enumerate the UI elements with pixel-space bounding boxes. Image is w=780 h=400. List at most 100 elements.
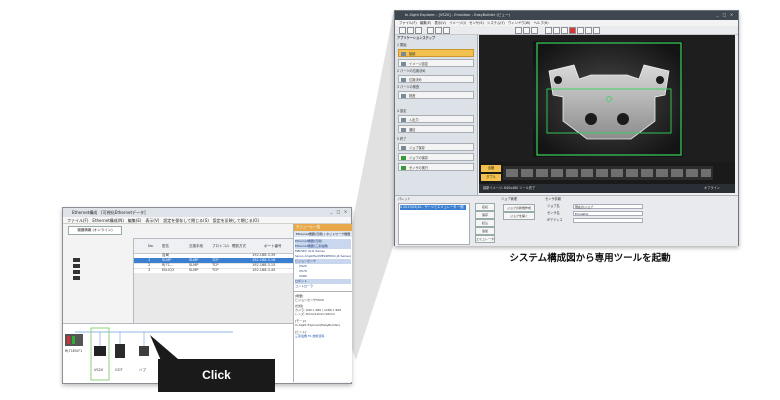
device-icon xyxy=(73,264,80,268)
emulator-button[interactable]: エミュレータ xyxy=(475,235,495,243)
live-icon[interactable] xyxy=(531,27,538,34)
field-label: ジョブ名 xyxy=(547,204,560,208)
double-button[interactable]: ダブル xyxy=(481,174,501,181)
step-label: センサの実行 xyxy=(409,166,429,170)
save-button[interactable]: 保存 xyxy=(475,211,495,219)
image-view[interactable] xyxy=(479,35,735,162)
save-icon[interactable] xyxy=(415,27,422,34)
station-icons xyxy=(63,238,133,323)
window-title: In-Sight Explorer - [VS20] - Emulator - … xyxy=(405,13,511,17)
node-label: VS20 xyxy=(94,368,104,372)
step-run-sensor[interactable]: センサの実行 xyxy=(398,163,474,171)
column-header: プロトコル xyxy=(212,244,230,248)
step-label: 入出力 xyxy=(409,118,419,122)
job-name-field[interactable]: 現在のジョブ xyxy=(573,204,643,209)
new-job-button[interactable]: ジョブの新規作成 xyxy=(503,204,535,212)
step-inspect[interactable]: 検査 xyxy=(398,91,474,99)
description-line: レンズ: 8mm/12mm/16mm xyxy=(295,312,336,316)
list-item[interactable]: 0 2017/03/10 - ゲージとエミュレータ 一般 xyxy=(400,205,466,210)
zoom-in-icon[interactable] xyxy=(545,27,552,34)
cell: 自局 xyxy=(162,253,169,257)
step-label: 接続 xyxy=(409,52,416,56)
communication-icon xyxy=(401,128,406,132)
device-icon xyxy=(73,270,80,274)
step-locate[interactable]: 位置決め xyxy=(398,75,474,83)
zoom-out-icon[interactable] xyxy=(553,27,560,34)
plc-icon xyxy=(73,258,80,262)
tree-item[interactable]: コントローラ xyxy=(295,284,351,289)
step-label: ジョブの保存 xyxy=(409,156,429,160)
new-icon[interactable] xyxy=(399,27,406,34)
section-heading: 4 設定 xyxy=(397,109,407,113)
column-header: 開放方式 xyxy=(232,244,246,248)
paste-icon[interactable] xyxy=(443,27,450,34)
got-icon xyxy=(115,344,125,358)
cut-icon[interactable] xyxy=(427,27,434,34)
field-label: IPアドレス xyxy=(547,218,563,222)
minimize-button[interactable]: _ xyxy=(715,13,720,17)
step-connect[interactable]: 接続 xyxy=(398,49,474,57)
menu-bar[interactable]: ファイル(F) Ethernet構成(N) 編集(E) 表示(V) 設定を保存し… xyxy=(63,217,351,224)
description-link[interactable]: 三菱電機 FA 技術資料 xyxy=(295,334,351,338)
description-line: In-Sight Explorer(EasyBuilder) xyxy=(295,323,341,327)
step-save-job[interactable]: ジョブの保存 xyxy=(398,153,474,161)
cell: 2 xyxy=(148,263,151,267)
cell: 192.168.3.15 xyxy=(252,263,276,267)
section-heading: 3 パーツの検査 xyxy=(397,85,420,89)
node-label: GOT xyxy=(115,368,123,372)
cell: TCP xyxy=(212,268,219,272)
job-list[interactable]: 0 2017/03/10 - ゲージとエミュレータ 一般 xyxy=(398,203,470,245)
connection-table[interactable]: No. 型名 交換手段 プロトコル 開放方式 ポート番号 自局 192.168.… xyxy=(133,238,295,325)
step-filmstrip[interactable]: ジョブ保存 xyxy=(398,143,474,151)
pass-button[interactable]: 合格 xyxy=(481,165,501,172)
toolbar xyxy=(395,26,738,35)
filmstrip[interactable]: 合格 ダブル xyxy=(479,162,735,184)
settings-icon[interactable] xyxy=(585,27,592,34)
online-icon[interactable] xyxy=(515,27,522,34)
step-image-setup[interactable]: イメージ設定 xyxy=(398,59,474,67)
inspection-image xyxy=(533,41,683,157)
filmstrip-icon[interactable] xyxy=(577,27,584,34)
maximize-button[interactable]: □ xyxy=(336,210,341,214)
cell: 3 xyxy=(148,268,151,272)
copy-icon[interactable] xyxy=(435,27,442,34)
step-label: 位置決め xyxy=(409,78,422,82)
open-job-button[interactable]: ジョブを開く xyxy=(503,212,535,220)
panel-tabs[interactable]: Ethernet機器(汎用) | ネットワーク機器 | ... xyxy=(294,231,352,242)
close-button[interactable]: × xyxy=(729,13,734,17)
column-header: 型名 xyxy=(162,244,169,248)
section-heading: 5 終了 xyxy=(397,137,407,141)
cell: RJ71... xyxy=(162,263,174,267)
minimize-button[interactable]: _ xyxy=(329,210,334,214)
help-icon[interactable] xyxy=(593,27,600,34)
status-offline: オフライン xyxy=(704,186,720,190)
save-icon xyxy=(401,156,406,160)
job-section-title: ジョブ管理 xyxy=(501,197,517,201)
maximize-button[interactable]: □ xyxy=(722,13,727,17)
image-icon xyxy=(401,62,406,66)
window-title: Ethernet構成 [可視化Ethernetデータ] xyxy=(72,210,146,215)
sensor-name-field[interactable]: Emulator xyxy=(573,211,643,216)
panel-heading: アプリケーションステップ xyxy=(397,36,436,40)
open-icon[interactable] xyxy=(407,27,414,34)
fit-icon[interactable] xyxy=(561,27,568,34)
add-button[interactable]: 追加 xyxy=(475,227,495,235)
sensor-info-title: センサ情報 xyxy=(545,197,561,201)
camera-icon xyxy=(401,52,406,56)
record-icon[interactable] xyxy=(569,27,576,34)
cell: 192.168.3.39 xyxy=(252,253,276,257)
trigger-icon[interactable] xyxy=(523,27,530,34)
section-heading: 1 開始 xyxy=(397,43,407,47)
run-icon xyxy=(401,166,406,170)
device-info-button[interactable]: 機器情報 (オンライン) xyxy=(68,226,122,235)
close-button[interactable]: × xyxy=(343,210,348,214)
step-communication[interactable]: 通信 xyxy=(398,125,474,133)
hub-icon xyxy=(139,346,149,356)
connect-button[interactable]: 接続 xyxy=(475,203,495,211)
step-label: イメージ設定 xyxy=(409,62,429,66)
section-heading: 2 パーツの位置決め xyxy=(397,69,426,73)
io-icon xyxy=(401,118,406,122)
ip-address-field[interactable] xyxy=(573,218,643,223)
step-io[interactable]: 入出力 xyxy=(398,115,474,123)
load-button[interactable]: 読込 xyxy=(475,219,495,227)
